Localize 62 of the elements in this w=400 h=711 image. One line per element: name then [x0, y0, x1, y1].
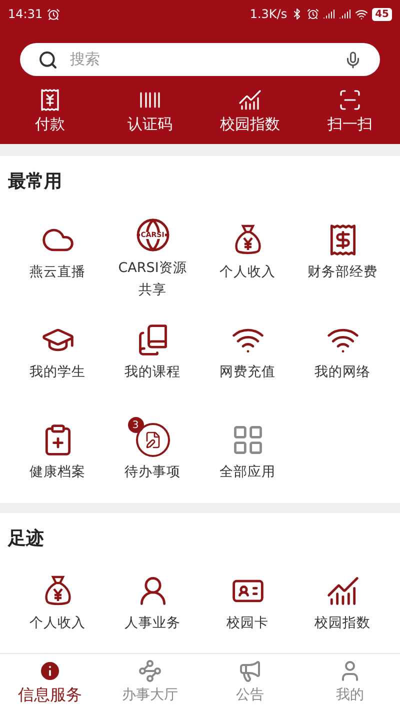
app-label: 我的学生 — [28, 363, 86, 382]
megaphone-icon — [238, 658, 262, 682]
app-tile[interactable]: 我的网络 — [295, 301, 390, 401]
nav-tab[interactable]: 信息服务 — [0, 654, 100, 711]
signal-icon — [339, 8, 352, 20]
app-label: CARSI资源共享 — [117, 259, 188, 300]
app-label: 全部应用 — [218, 463, 276, 482]
app-tile[interactable]: 燕云直播 — [10, 201, 105, 301]
app-label: 我的网络 — [314, 363, 372, 382]
app-tile[interactable]: 我的学生 — [10, 301, 105, 401]
app-tile[interactable]: 个人收入 — [10, 552, 105, 652]
quick-action-label: 扫一扫 — [328, 114, 372, 135]
receipt-yen-icon — [38, 88, 62, 112]
app-tile[interactable]: 全部应用 — [200, 401, 295, 501]
network-speed: 1.3K/s — [250, 6, 288, 23]
app-tile[interactable]: 人事业务 — [105, 552, 200, 652]
alarm-icon — [46, 8, 60, 20]
app-label: 财务部经费 — [306, 263, 378, 282]
chart-icon — [238, 88, 262, 112]
signal-icon — [323, 8, 336, 20]
app-tile[interactable]: 财务部经费 — [295, 201, 390, 301]
wifi-icon — [355, 8, 368, 20]
quick-action[interactable]: 校园指数 — [200, 88, 300, 136]
quick-action-label: 校园指数 — [220, 114, 280, 135]
flow-icon — [138, 658, 162, 682]
app-label: 校园卡 — [226, 614, 270, 633]
app-tile[interactable]: 3 待办事项 — [105, 401, 200, 501]
search-bar[interactable]: 搜索 — [20, 43, 380, 76]
app-tile[interactable]: 校园卡 — [200, 552, 295, 652]
quick-action-label: 认证码 — [128, 114, 172, 135]
app-tile[interactable]: 校园指数 — [295, 552, 390, 652]
app-tile[interactable]: 我的课程 — [105, 301, 200, 401]
app-label: 校园指数 — [314, 614, 372, 633]
app-label: 个人收入 — [28, 614, 86, 633]
app-label: 我的课程 — [124, 363, 182, 382]
search-icon — [38, 50, 58, 70]
app-label: 人事业务 — [124, 614, 182, 633]
scan-icon — [338, 88, 362, 112]
search-field[interactable]: 搜索 — [70, 48, 332, 71]
app-tile[interactable]: 健康档案 — [10, 401, 105, 501]
app-tile[interactable]: 个人收入 — [200, 201, 295, 301]
app-tile[interactable]: 网费充值 — [200, 301, 295, 401]
nav-tab[interactable]: 办事大厅 — [100, 654, 200, 711]
quick-action-label: 付款 — [35, 114, 65, 135]
nav-tab[interactable]: 公告 — [200, 654, 300, 711]
quick-action[interactable]: 付款 — [0, 88, 100, 136]
section-title: 足迹 — [6, 527, 45, 551]
quick-action[interactable]: 扫一扫 — [300, 88, 400, 136]
status-time: 14:31 — [8, 6, 43, 23]
battery-level: 45 — [372, 8, 392, 20]
microphone-icon — [344, 50, 362, 68]
app-label: 待办事项 — [124, 463, 182, 482]
quick-action[interactable]: 认证码 — [100, 88, 200, 136]
alarm-icon — [307, 8, 320, 20]
app-label: 燕云直播 — [28, 263, 86, 282]
app-label: 个人收入 — [218, 263, 276, 282]
nav-tab[interactable]: 我的 — [300, 654, 400, 711]
chart-icon — [326, 574, 360, 608]
section-title: 最常用 — [7, 170, 63, 194]
app-label: 健康档案 — [28, 463, 86, 482]
app-label: 网费充值 — [218, 363, 276, 382]
count-badge: 3 — [128, 417, 144, 433]
